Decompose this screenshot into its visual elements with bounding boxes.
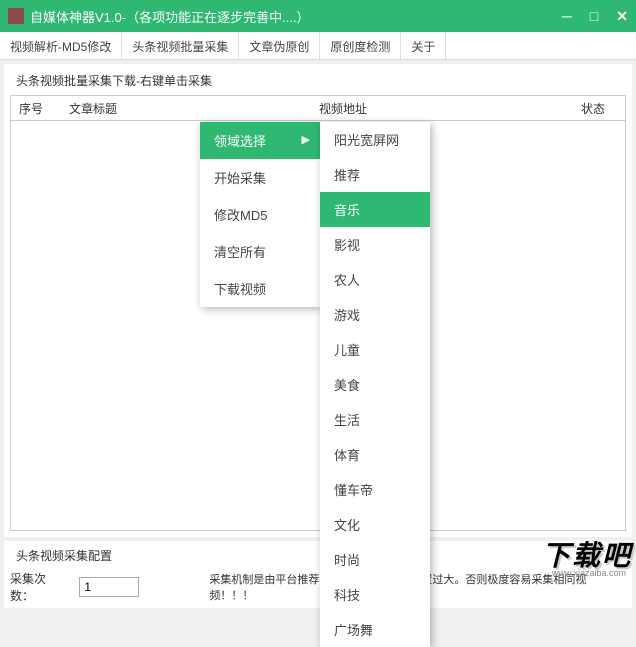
submenu-item-12[interactable]: 时尚 [320,542,430,577]
watermark-url: www.xiazaiba.com [552,568,626,578]
close-button[interactable]: ✕ [616,8,628,25]
tab-video-md5[interactable]: 视频解析-MD5修改 [0,32,122,59]
context-item-3[interactable]: 清空所有 [200,233,320,270]
window-controls: ─ □ ✕ [562,8,628,25]
tab-originality-check[interactable]: 原创度检测 [320,32,401,59]
submenu-item-6[interactable]: 儿童 [320,332,430,367]
tab-about[interactable]: 关于 [401,32,446,59]
app-icon [8,8,24,24]
submenu-item-11[interactable]: 文化 [320,507,430,542]
context-item-0[interactable]: 领域选择▶ [200,122,320,159]
submenu-item-13[interactable]: 科技 [320,577,430,612]
count-input[interactable] [79,577,139,597]
chevron-right-icon: ▶ [302,133,310,146]
submenu-item-4[interactable]: 农人 [320,262,430,297]
submenu-item-9[interactable]: 体育 [320,437,430,472]
bottom-config: 头条视频采集配置 采集次数： 采集机制是由平台推荐采集 采集次数请勿设置过大。否… [4,541,632,608]
bottom-group-label: 头条视频采集配置 [10,545,626,566]
submenu-item-3[interactable]: 影视 [320,227,430,262]
table-header: 序号 文章标题 视频地址 状态 [10,95,626,121]
submenu-item-10[interactable]: 懂车帝 [320,472,430,507]
maximize-button[interactable]: □ [590,8,598,25]
submenu-item-14[interactable]: 广场舞 [320,612,430,647]
context-item-1[interactable]: 开始采集 [200,159,320,196]
submenu-item-1[interactable]: 推荐 [320,157,430,192]
group-collect-label: 头条视频批量采集下载-右键单击采集 [10,70,626,91]
tab-article-rewrite[interactable]: 文章伪原创 [239,32,320,59]
submenu-item-8[interactable]: 生活 [320,402,430,437]
col-seq[interactable]: 序号 [11,100,61,117]
col-title[interactable]: 文章标题 [61,100,311,117]
titlebar: 自媒体神器V1.0-（各项功能正在逐步完善中....） ─ □ ✕ [0,0,636,32]
context-menu: 领域选择▶开始采集修改MD5清空所有下载视频 [200,122,320,307]
submenu-item-0[interactable]: 阳光宽屏网 [320,122,430,157]
count-label: 采集次数： [10,570,69,604]
tab-bar: 视频解析-MD5修改 头条视频批量采集 文章伪原创 原创度检测 关于 [0,32,636,60]
window-title: 自媒体神器V1.0-（各项功能正在逐步完善中....） [30,7,562,26]
col-status[interactable]: 状态 [561,100,625,117]
minimize-button[interactable]: ─ [562,8,572,25]
submenu-item-5[interactable]: 游戏 [320,297,430,332]
submenu-item-2[interactable]: 音乐 [320,192,430,227]
submenu-item-7[interactable]: 美食 [320,367,430,402]
col-url[interactable]: 视频地址 [311,100,561,117]
context-item-2[interactable]: 修改MD5 [200,196,320,233]
tab-toutiao-collect[interactable]: 头条视频批量采集 [122,32,239,59]
submenu-domain: 阳光宽屏网推荐音乐影视农人游戏儿童美食生活体育懂车帝文化时尚科技广场舞 [320,122,430,647]
context-item-4[interactable]: 下载视频 [200,270,320,307]
